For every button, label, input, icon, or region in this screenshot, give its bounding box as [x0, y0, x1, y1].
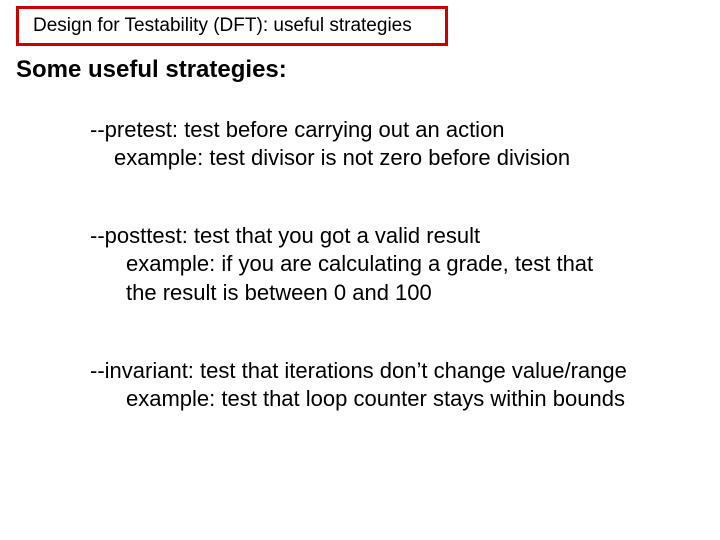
item-head: --pretest: test before carrying out an a…: [90, 116, 670, 144]
body-text: --pretest: test before carrying out an a…: [90, 116, 670, 463]
item-example: example: test divisor is not zero before…: [90, 144, 670, 172]
slide: Design for Testability (DFT): useful str…: [0, 0, 720, 540]
list-item: --posttest: test that you got a valid re…: [90, 222, 670, 306]
item-head: --posttest: test that you got a valid re…: [90, 222, 670, 250]
item-example: the result is between 0 and 100: [90, 279, 670, 307]
subheading: Some useful strategies:: [16, 56, 287, 84]
item-example: example: if you are calculating a grade,…: [90, 250, 670, 278]
item-example: example: test that loop counter stays wi…: [90, 385, 670, 413]
slide-title: Design for Testability (DFT): useful str…: [33, 15, 412, 36]
slide-title-box: Design for Testability (DFT): useful str…: [16, 6, 448, 46]
list-item: --pretest: test before carrying out an a…: [90, 116, 670, 172]
item-head: --invariant: test that iterations don’t …: [90, 357, 670, 385]
list-item: --invariant: test that iterations don’t …: [90, 357, 670, 413]
